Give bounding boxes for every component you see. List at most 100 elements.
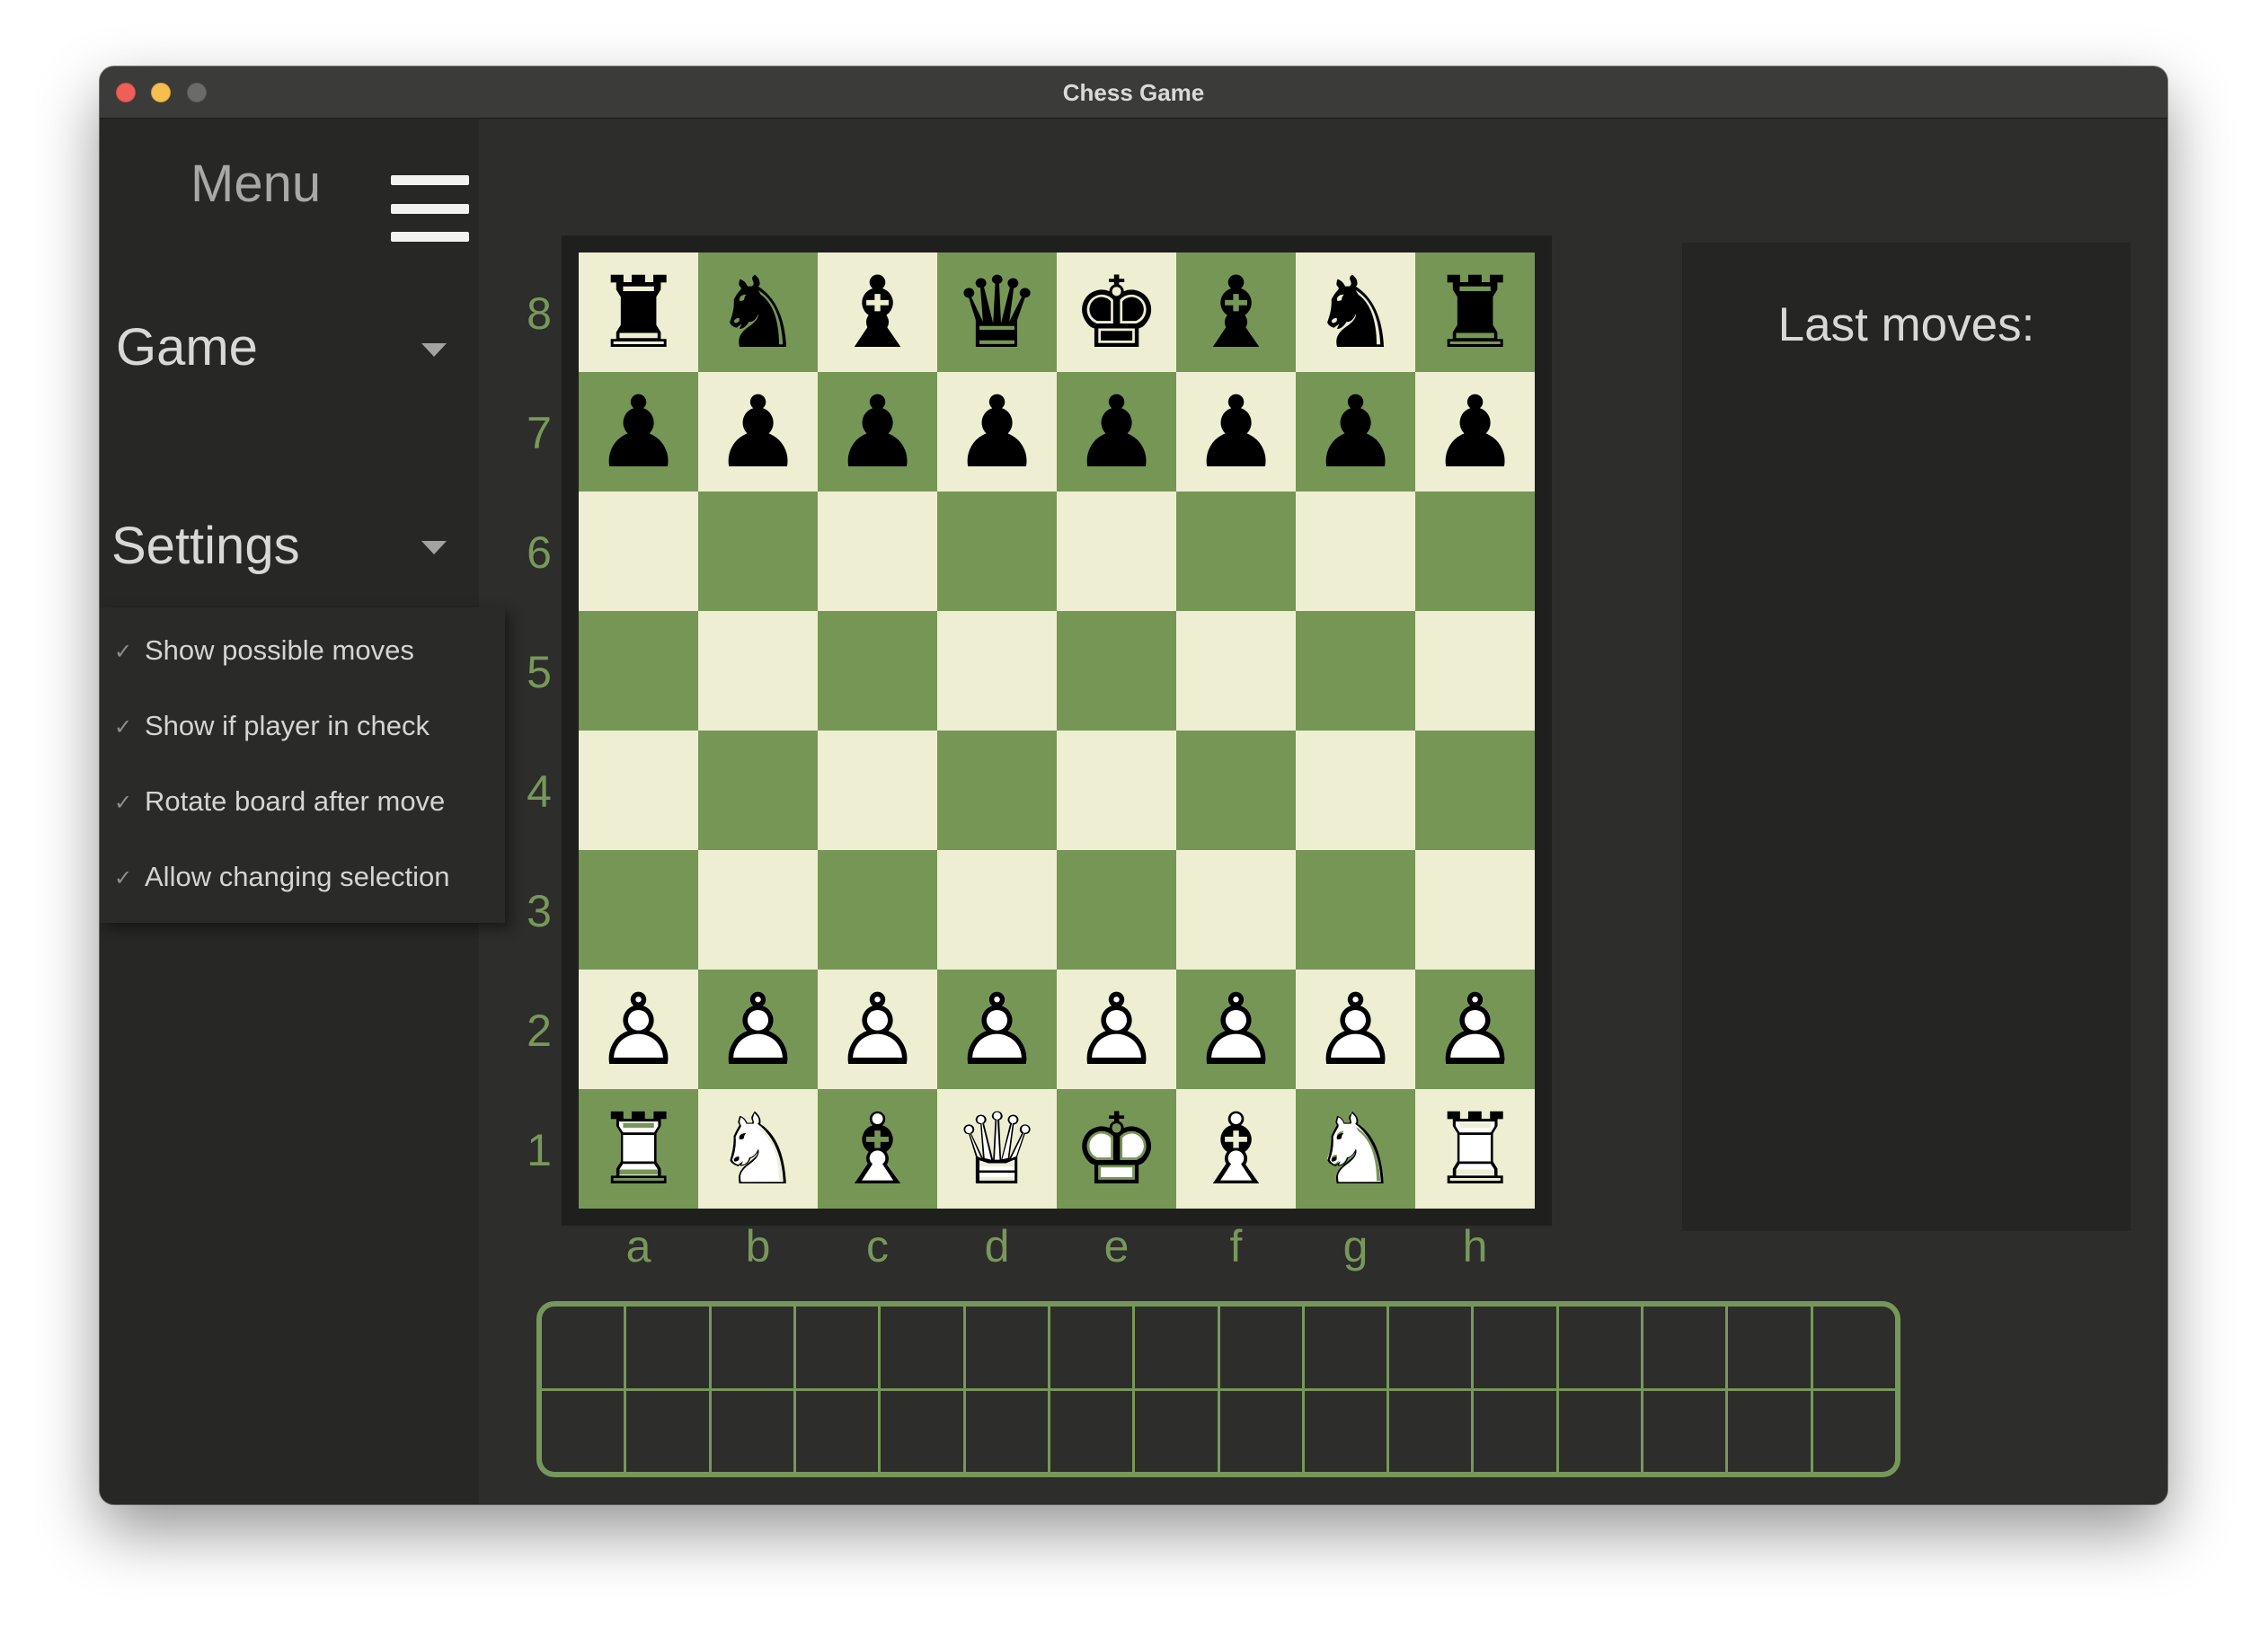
square-d5[interactable]: [937, 611, 1057, 731]
black-knight-piece[interactable]: ♞: [1296, 252, 1415, 372]
black-queen-piece[interactable]: ♛: [937, 252, 1057, 372]
white-pawn-piece[interactable]: ♟ ♙: [818, 970, 937, 1089]
square-g6[interactable]: [1296, 492, 1415, 611]
square-e7[interactable]: ♟: [1057, 372, 1176, 492]
square-e8[interactable]: ♚: [1057, 252, 1176, 372]
square-c5[interactable]: [818, 611, 937, 731]
square-c7[interactable]: ♟: [818, 372, 937, 492]
square-b2[interactable]: ♟ ♙: [698, 970, 818, 1089]
square-c8[interactable]: ♝: [818, 252, 937, 372]
square-b3[interactable]: [698, 850, 818, 970]
black-pawn-piece[interactable]: ♟: [937, 372, 1057, 492]
square-a8[interactable]: ♜: [579, 252, 698, 372]
white-rook-piece[interactable]: ♜ ♖: [579, 1089, 698, 1209]
option-show-possible-moves[interactable]: ✓ Show possible moves: [100, 613, 505, 688]
square-g2[interactable]: ♟ ♙: [1296, 970, 1415, 1089]
square-f2[interactable]: ♟ ♙: [1176, 970, 1296, 1089]
black-king-piece[interactable]: ♚: [1057, 252, 1176, 372]
white-pawn-piece[interactable]: ♟ ♙: [1415, 970, 1535, 1089]
square-a1[interactable]: ♜ ♖: [579, 1089, 698, 1209]
square-e3[interactable]: [1057, 850, 1176, 970]
white-pawn-piece[interactable]: ♟ ♙: [937, 970, 1057, 1089]
square-a4[interactable]: [579, 731, 698, 850]
square-f1[interactable]: ♝ ♗: [1176, 1089, 1296, 1209]
black-bishop-piece[interactable]: ♝: [1176, 252, 1296, 372]
square-d2[interactable]: ♟ ♙: [937, 970, 1057, 1089]
square-h1[interactable]: ♜ ♖: [1415, 1089, 1535, 1209]
square-f8[interactable]: ♝: [1176, 252, 1296, 372]
square-c4[interactable]: [818, 731, 937, 850]
black-pawn-piece[interactable]: ♟: [579, 372, 698, 492]
black-pawn-piece[interactable]: ♟: [698, 372, 818, 492]
square-c1[interactable]: ♝ ♗: [818, 1089, 937, 1209]
black-rook-piece[interactable]: ♜: [1415, 252, 1535, 372]
square-f3[interactable]: [1176, 850, 1296, 970]
white-knight-piece[interactable]: ♞ ♘: [1296, 1089, 1415, 1209]
black-pawn-piece[interactable]: ♟: [1296, 372, 1415, 492]
square-a3[interactable]: [579, 850, 698, 970]
square-e1[interactable]: ♚ ♔: [1057, 1089, 1176, 1209]
square-d1[interactable]: ♛ ♕: [937, 1089, 1057, 1209]
black-bishop-piece[interactable]: ♝: [818, 252, 937, 372]
game-menu-toggle[interactable]: Game: [100, 312, 479, 384]
square-h2[interactable]: ♟ ♙: [1415, 970, 1535, 1089]
white-rook-piece[interactable]: ♜ ♖: [1415, 1089, 1535, 1209]
white-pawn-piece[interactable]: ♟ ♙: [1057, 970, 1176, 1089]
square-g3[interactable]: [1296, 850, 1415, 970]
white-pawn-piece[interactable]: ♟ ♙: [698, 970, 818, 1089]
square-h5[interactable]: [1415, 611, 1535, 731]
square-e2[interactable]: ♟ ♙: [1057, 970, 1176, 1089]
square-b6[interactable]: [698, 492, 818, 611]
white-queen-piece[interactable]: ♛ ♕: [937, 1089, 1057, 1209]
white-pawn-piece[interactable]: ♟ ♙: [1176, 970, 1296, 1089]
minimize-button[interactable]: [151, 83, 171, 102]
white-pawn-piece[interactable]: ♟ ♙: [1296, 970, 1415, 1089]
square-h8[interactable]: ♜: [1415, 252, 1535, 372]
square-d8[interactable]: ♛: [937, 252, 1057, 372]
square-b8[interactable]: ♞: [698, 252, 818, 372]
square-h6[interactable]: [1415, 492, 1535, 611]
square-a5[interactable]: [579, 611, 698, 731]
white-pawn-piece[interactable]: ♟ ♙: [579, 970, 698, 1089]
hamburger-menu-icon[interactable]: [391, 175, 469, 242]
square-h4[interactable]: [1415, 731, 1535, 850]
zoom-button[interactable]: [187, 83, 207, 102]
square-d7[interactable]: ♟: [937, 372, 1057, 492]
square-d3[interactable]: [937, 850, 1057, 970]
option-rotate-board-after-move[interactable]: ✓ Rotate board after move: [100, 764, 505, 839]
black-pawn-piece[interactable]: ♟: [818, 372, 937, 492]
close-button[interactable]: [116, 83, 136, 102]
settings-menu-toggle[interactable]: Settings: [100, 510, 479, 582]
square-c3[interactable]: [818, 850, 937, 970]
square-a2[interactable]: ♟ ♙: [579, 970, 698, 1089]
square-e6[interactable]: [1057, 492, 1176, 611]
square-g7[interactable]: ♟: [1296, 372, 1415, 492]
square-e5[interactable]: [1057, 611, 1176, 731]
square-g8[interactable]: ♞: [1296, 252, 1415, 372]
square-f5[interactable]: [1176, 611, 1296, 731]
white-bishop-piece[interactable]: ♝ ♗: [818, 1089, 937, 1209]
option-show-if-player-in-check[interactable]: ✓ Show if player in check: [100, 688, 505, 764]
black-knight-piece[interactable]: ♞: [698, 252, 818, 372]
square-e4[interactable]: [1057, 731, 1176, 850]
white-bishop-piece[interactable]: ♝ ♗: [1176, 1089, 1296, 1209]
square-b1[interactable]: ♞ ♘: [698, 1089, 818, 1209]
square-f7[interactable]: ♟: [1176, 372, 1296, 492]
square-f4[interactable]: [1176, 731, 1296, 850]
black-pawn-piece[interactable]: ♟: [1176, 372, 1296, 492]
square-g5[interactable]: [1296, 611, 1415, 731]
square-g4[interactable]: [1296, 731, 1415, 850]
black-pawn-piece[interactable]: ♟: [1057, 372, 1176, 492]
square-d4[interactable]: [937, 731, 1057, 850]
black-rook-piece[interactable]: ♜: [579, 252, 698, 372]
square-c2[interactable]: ♟ ♙: [818, 970, 937, 1089]
option-allow-changing-selection[interactable]: ✓ Allow changing selection: [100, 839, 505, 915]
square-c6[interactable]: [818, 492, 937, 611]
black-pawn-piece[interactable]: ♟: [1415, 372, 1535, 492]
square-b7[interactable]: ♟: [698, 372, 818, 492]
square-a7[interactable]: ♟: [579, 372, 698, 492]
white-king-piece[interactable]: ♚ ♔: [1057, 1089, 1176, 1209]
square-a6[interactable]: [579, 492, 698, 611]
square-g1[interactable]: ♞ ♘: [1296, 1089, 1415, 1209]
square-h3[interactable]: [1415, 850, 1535, 970]
